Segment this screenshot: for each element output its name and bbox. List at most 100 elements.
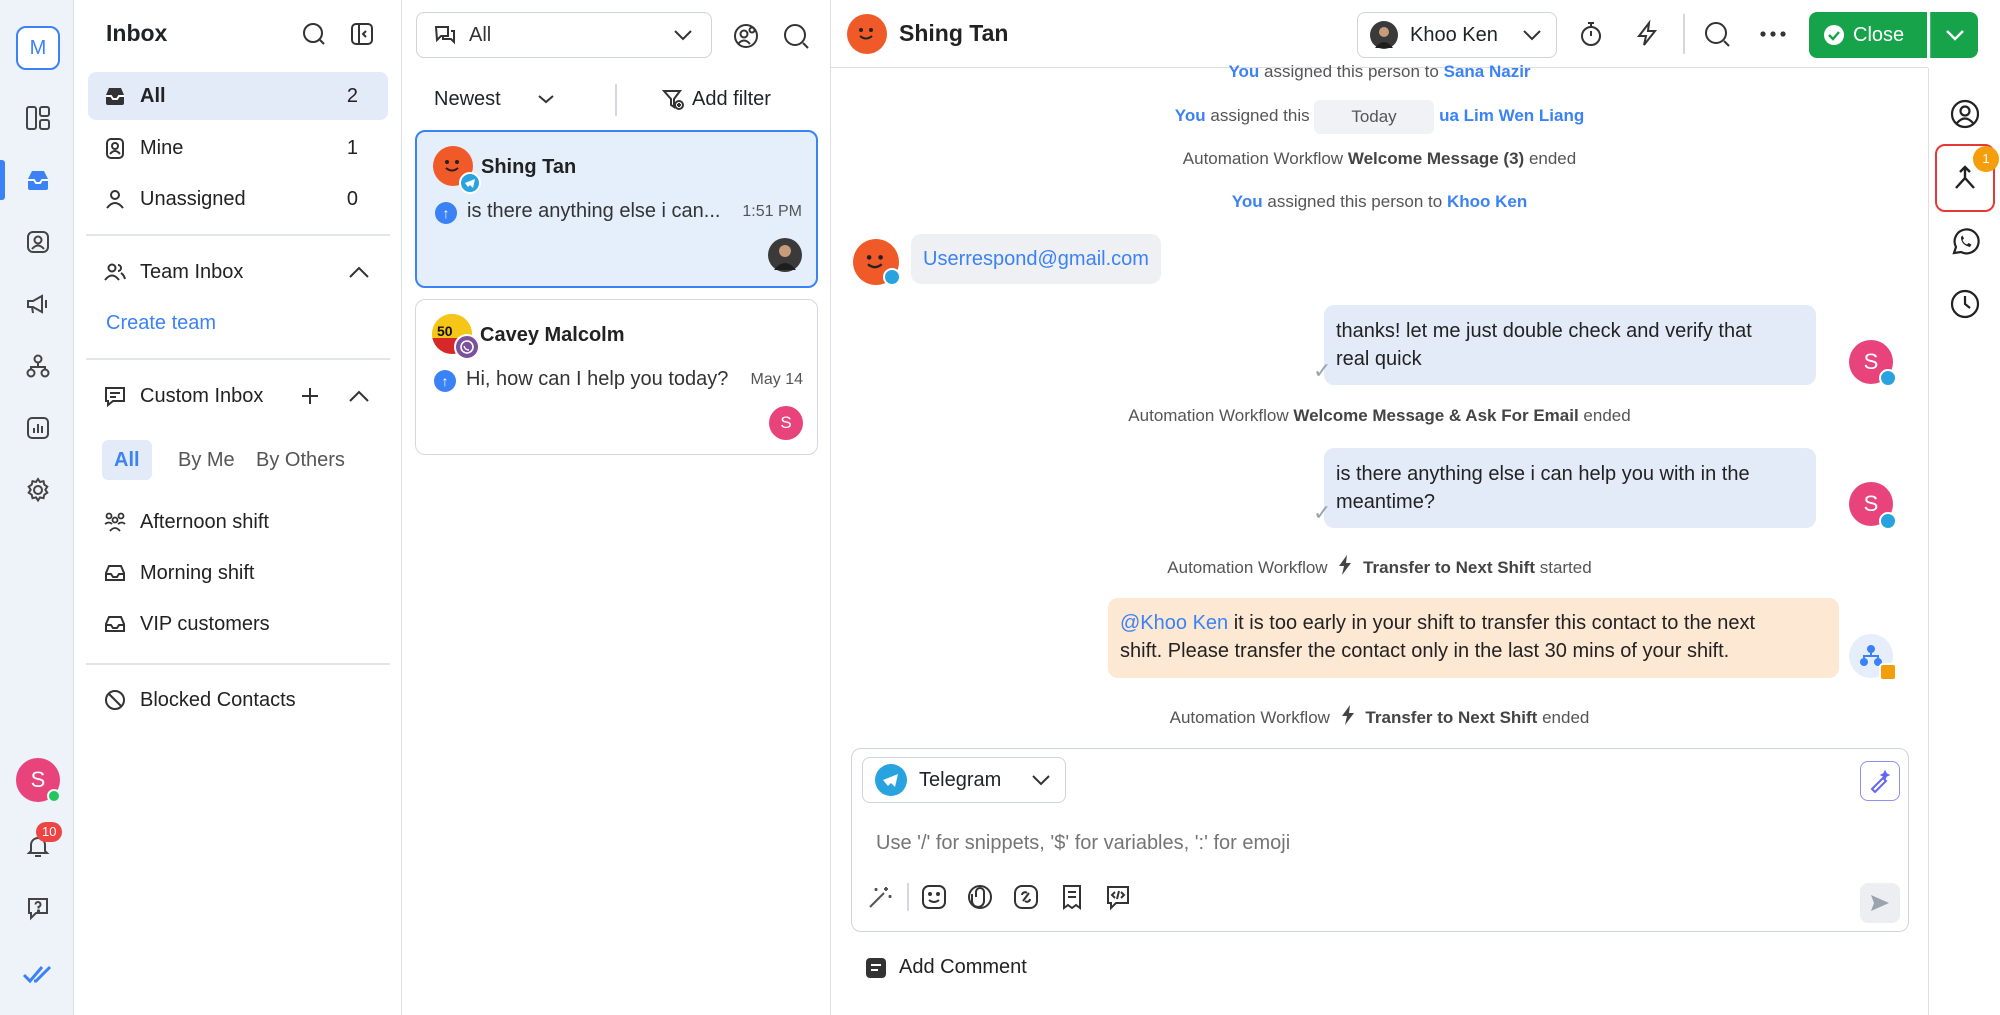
ai-assist-icon[interactable] [1860,761,1900,801]
system-event: Automation Workflow Welcome Message (3) … [831,149,1928,169]
add-comment-button[interactable]: Add Comment [865,956,1027,979]
snippet-icon[interactable] [1012,883,1040,911]
tab-all[interactable]: All [102,440,152,480]
custom-inbox-header[interactable]: Custom Inbox [88,372,388,420]
agent-settings-icon[interactable] [728,18,764,54]
inbox-icon[interactable] [0,154,64,206]
search-icon[interactable] [1699,16,1735,52]
system-event: Automation Workflow Transfer to Next Shi… [831,705,1928,728]
message-composer: Telegram [851,748,1909,932]
blocked-contacts-label: Blocked Contacts [140,688,296,711]
emoji-icon[interactable] [920,883,948,911]
close-options-dropdown[interactable] [1930,12,1978,58]
conversation-card[interactable]: 50 Cavey Malcolm ↑ Hi, how can I help yo… [415,299,818,455]
conversation-list: All Newest Add filter Shing Tan ↑ is the… [402,0,831,1015]
event-prefix: Automation Workflow [1182,149,1344,168]
contact-name: Cavey Malcolm [480,324,625,346]
event-target[interactable]: Khoo Ken [1447,192,1527,211]
settings-icon[interactable] [12,464,64,516]
group-icon [102,509,128,535]
lightning-icon[interactable] [1629,16,1665,52]
template-icon[interactable] [1058,883,1086,911]
channel-select[interactable]: Telegram [862,757,1066,803]
divider [86,663,390,665]
divider [615,84,617,116]
sort-dropdown[interactable]: Newest [434,88,555,111]
broadcast-icon[interactable] [12,278,64,330]
send-button[interactable] [1860,883,1900,923]
search-icon[interactable] [298,18,330,50]
conversation-filter-select[interactable]: All [416,12,712,58]
inbox-panel: Inbox All 2 Mine 1 Unassigned 0 Team Inb… [74,0,402,1015]
team-inbox-label: Team Inbox [140,260,244,283]
event-actor: You [1228,62,1260,81]
close-conversation-button[interactable]: Close [1809,12,1927,58]
conversation-filter-value: All [469,23,492,46]
message-line: thanks! let me just double check and ver… [1336,320,1752,342]
team-inbox-header[interactable]: Team Inbox [88,248,388,296]
event-prefix: Automation Workflow [1128,406,1289,425]
search-icon[interactable] [778,18,814,54]
chat-contact-name[interactable]: Shing Tan [899,20,1008,47]
attachment-icon[interactable] [966,883,994,911]
event-target[interactable]: Sana Nazir [1444,62,1531,81]
notifications-bell-icon[interactable]: 10 [12,820,64,872]
workflow-name[interactable]: Transfer to Next Shift [1365,708,1537,727]
workflow-name[interactable]: Transfer to Next Shift [1363,558,1535,577]
divider [1683,14,1685,54]
event-prefix: Automation Workflow [1169,708,1330,727]
custom-inbox-label: Afternoon shift [140,510,269,533]
incoming-message[interactable]: Userrespond@gmail.com [911,234,1161,284]
snooze-timer-icon[interactable] [1573,16,1609,52]
custom-inbox-morning-shift[interactable]: Morning shift [88,549,388,597]
inbox-item-mine[interactable]: Mine 1 [88,124,388,172]
custom-inbox-vip-customers[interactable]: VIP customers [88,600,388,648]
mention[interactable]: @Khoo Ken [1120,612,1228,634]
assignee-select[interactable]: Khoo Ken [1357,12,1557,58]
tab-by-others[interactable]: By Others [244,440,357,480]
inbox-item-unassigned[interactable]: Unassigned 0 [88,175,388,223]
reports-icon[interactable] [12,402,64,454]
more-options-icon[interactable] [1755,16,1791,52]
inbox-outline-icon [102,611,128,637]
contact-profile-icon[interactable] [1941,90,1989,138]
right-rail: 1 [1928,68,2000,1015]
event-suffix: started [1539,558,1592,577]
conversation-card[interactable]: Shing Tan ↑ is there anything else i can… [415,130,818,288]
merge-button[interactable]: 1 [1935,144,1999,212]
workflows-icon[interactable] [12,340,64,392]
last-message: Hi, how can I help you today? [466,368,729,390]
code-icon[interactable] [1104,883,1132,911]
collapse-panel-icon[interactable] [346,18,378,50]
inbox-item-all[interactable]: All 2 [88,72,388,120]
event-actor: You [1231,192,1263,211]
last-message: is there anything else i can... [467,200,721,222]
blocked-contacts-item[interactable]: Blocked Contacts [88,676,388,724]
double-check-icon[interactable] [12,948,64,1000]
message-input[interactable] [876,827,1876,859]
custom-inbox-afternoon-shift[interactable]: Afternoon shift [88,498,388,546]
create-team-link[interactable]: Create team [106,312,216,335]
custom-inbox-label: Morning shift [140,561,255,584]
tab-by-me[interactable]: By Me [166,440,247,480]
add-filter-button[interactable]: Add filter [662,88,771,111]
magic-wand-icon[interactable] [866,883,894,911]
event-text: assigned this [1210,106,1310,125]
chevron-up-icon[interactable] [348,265,370,279]
chevron-down-icon [673,29,693,41]
event-target[interactable]: ua Lim Wen Liang [1439,106,1584,125]
help-icon[interactable] [12,882,64,934]
user-avatar[interactable]: S [16,758,61,803]
workflow-name[interactable]: Welcome Message & Ask For Email [1293,406,1578,425]
inbox-title: Inbox [106,20,168,46]
history-clock-icon[interactable] [1941,280,1989,328]
person-outline-icon [102,186,128,212]
lightning-icon [1341,705,1355,725]
workflow-name[interactable]: Welcome Message (3) [1348,149,1524,168]
whatsapp-icon[interactable] [1941,218,1989,266]
dashboard-icon[interactable] [12,92,64,144]
add-icon[interactable] [300,386,320,406]
workspace-logo[interactable]: M [16,26,60,70]
contacts-icon[interactable] [12,216,64,268]
chevron-up-icon[interactable] [348,389,370,403]
